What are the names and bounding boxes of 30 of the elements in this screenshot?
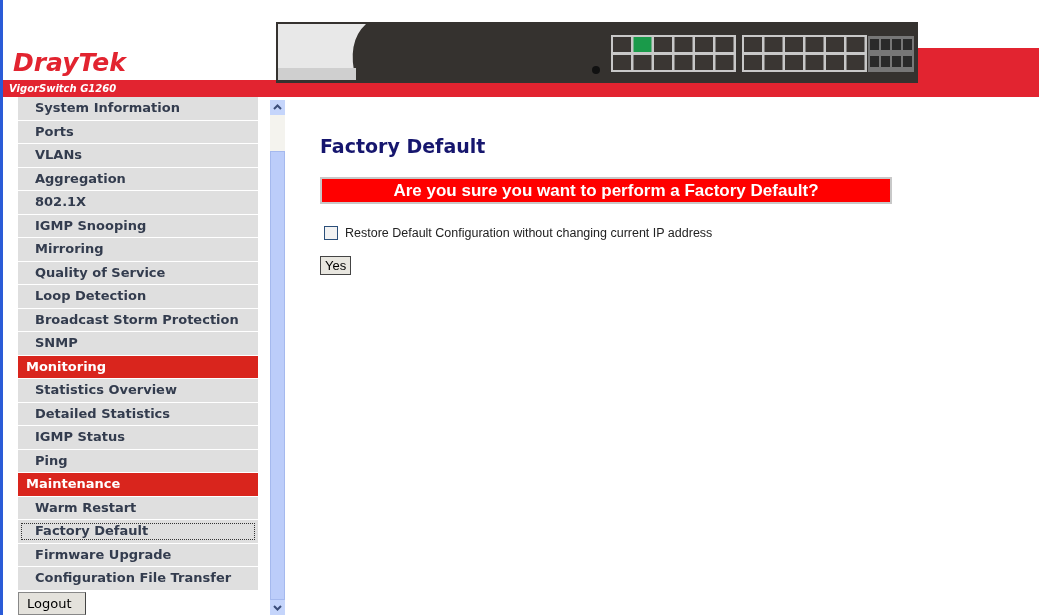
menu-item[interactable]: Mirroring [18,238,258,261]
checkbox[interactable] [324,226,338,240]
menu-item[interactable]: Firmware Upgrade [18,543,258,566]
menu-item[interactable]: Configuration File Transfer [18,567,258,590]
menu-item[interactable]: IGMP Snooping [18,214,258,237]
menu-item[interactable]: System Information [18,97,258,120]
scroll-down-icon[interactable] [270,600,285,615]
menu-item[interactable]: IGMP Status [18,426,258,449]
menu-item[interactable]: Factory Default [18,520,258,543]
menu-item[interactable]: Broadcast Storm Protection [18,308,258,331]
warning-banner: Are you sure you want to perform a Factory Default? [320,177,892,204]
menu-item[interactable]: Ports [18,120,258,143]
brand-logo: DrayTek [3,48,276,80]
menu-item[interactable]: Ping [18,449,258,472]
menu-section-header: Monitoring [18,355,258,378]
menu-item[interactable]: Quality of Service [18,261,258,284]
menu-item[interactable]: 802.1X [18,191,258,214]
menu-item[interactable]: SNMP [18,332,258,355]
menu-section-header: Maintenance [18,473,258,496]
page-title: Factory Default [320,135,487,157]
logout-button[interactable]: Logout [18,591,86,615]
checkbox-label: Restore Default Configuration without changing current IP address [345,226,713,240]
scroll-up-icon[interactable] [270,100,285,115]
yes-button[interactable]: Yes [320,256,352,275]
menu-item[interactable]: Detailed Statistics [18,402,258,425]
menu-item[interactable]: VLANs [18,144,258,167]
menu-item[interactable]: Warm Restart [18,496,258,519]
menu-item[interactable]: Statistics Overview [18,379,258,402]
menu-item[interactable]: Loop Detection [18,285,258,308]
menu-item[interactable]: Aggregation [18,167,258,190]
